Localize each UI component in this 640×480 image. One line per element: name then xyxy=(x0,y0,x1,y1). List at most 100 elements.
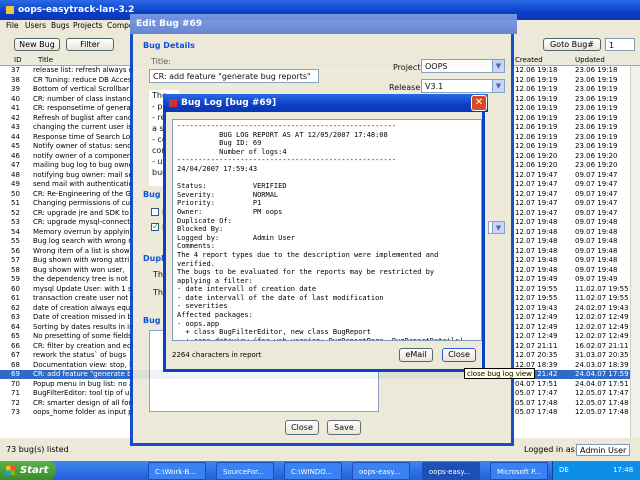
report-line: applying a filter: xyxy=(177,276,253,285)
language-indicator[interactable]: DE xyxy=(559,461,569,480)
report-line: Priority: P1 xyxy=(177,199,262,208)
menu-bugs[interactable]: Bugs xyxy=(51,20,70,32)
close-log-button[interactable]: Close xyxy=(442,348,476,362)
task-powerpoint[interactable]: Microsoft P... xyxy=(490,462,548,480)
goto-bug-button[interactable]: Goto Bug# xyxy=(543,38,601,51)
cell-created: 12.07 19:47 xyxy=(515,189,558,198)
task-oops-1[interactable]: oops-easy... xyxy=(352,462,410,480)
release-select[interactable]: V3.1 ▼ xyxy=(421,79,505,93)
menu-file[interactable]: File xyxy=(6,20,19,32)
menu-projects[interactable]: Projects xyxy=(73,20,103,32)
project-select[interactable]: OOPS ▼ xyxy=(421,59,505,73)
goto-bug-input[interactable]: 1 xyxy=(605,38,635,51)
cell-updated: 23.06 19:19 xyxy=(575,75,618,84)
cell-id: 58 xyxy=(11,265,20,274)
cell-id: 55 xyxy=(11,237,20,245)
cell-updated: 12.02.07 12:49 xyxy=(575,322,629,331)
cell-id: 49 xyxy=(11,180,20,188)
cell-id: 56 xyxy=(11,246,20,255)
close-button[interactable]: Close xyxy=(285,420,319,435)
cell-id: 65 xyxy=(11,332,20,340)
cell-title: mysql Update User: with 1 s xyxy=(33,284,132,293)
cell-updated: 09.07 19:48 xyxy=(575,246,618,255)
cell-created: 04.07 17:51 xyxy=(515,379,558,388)
cell-updated: 09.07 19:47 xyxy=(575,189,618,198)
cell-id: 42 xyxy=(11,113,20,122)
bug-title-field[interactable]: CR: add feature "generate bug reports" xyxy=(149,69,319,83)
cell-id: 48 xyxy=(11,170,20,179)
save-button[interactable]: Save xyxy=(327,420,361,435)
col-id-header[interactable]: ID xyxy=(14,55,21,66)
cell-updated: 23.06 19:18 xyxy=(575,66,618,74)
report-line: Severity: NORMAL xyxy=(177,190,279,199)
cell-created: 12.06 19:19 xyxy=(515,75,558,84)
cell-id: 73 xyxy=(11,408,20,416)
task-explorer[interactable]: C:\Work-B... xyxy=(148,462,206,480)
cell-title: No presetting of some fields xyxy=(33,332,132,340)
report-text[interactable]: ----------------------------------------… xyxy=(172,119,482,341)
bugs-listed: 73 bug(s) listed xyxy=(6,445,69,454)
checkbox-d[interactable] xyxy=(151,208,159,216)
start-button[interactable]: Start xyxy=(0,461,56,480)
cell-id: 59 xyxy=(11,275,20,283)
cell-created: 12.07 19:49 xyxy=(515,275,558,283)
new-bug-button[interactable]: New Bug xyxy=(14,38,60,51)
cell-updated: 24.03.07 18:39 xyxy=(575,360,629,369)
col-created-header[interactable]: Created xyxy=(515,55,543,66)
col-title-header[interactable]: Title xyxy=(38,55,53,66)
menu-users[interactable]: Users xyxy=(25,20,46,32)
report-line: Owner: PM oops xyxy=(177,207,283,216)
cell-title: CR: number of class instance xyxy=(33,94,133,103)
cell-title: Changing permissions of cur xyxy=(33,199,133,207)
cell-title: CR: Re-Engineering of the G xyxy=(33,189,131,198)
cell-updated: 23.06 19:19 xyxy=(575,104,618,112)
app-icon xyxy=(6,5,14,14)
cell-updated: 09.07 19:48 xyxy=(575,227,618,236)
col-updated-header[interactable]: Updated xyxy=(575,55,605,66)
windows-logo-icon xyxy=(6,466,15,475)
cell-id: 72 xyxy=(11,398,20,407)
cell-title: transaction create user not s xyxy=(33,294,133,302)
cell-id: 66 xyxy=(11,341,20,350)
cell-created: 12.07 12:49 xyxy=(515,332,558,340)
owner-select[interactable]: ▼ xyxy=(488,221,505,234)
task-cmd[interactable]: C:\WINDO... xyxy=(284,462,342,480)
filter-button[interactable]: Filter xyxy=(66,38,114,51)
email-button[interactable]: eMail xyxy=(399,348,433,362)
cell-id: 41 xyxy=(11,104,20,112)
cell-title: CR: smarter design of all form xyxy=(33,398,133,407)
cell-id: 61 xyxy=(11,294,20,302)
checkbox-n[interactable]: ✓ xyxy=(151,223,159,231)
report-line: Logged by: Admin User xyxy=(177,233,296,242)
cell-created: 12.06 19:18 xyxy=(515,66,558,74)
chevron-down-icon[interactable]: ▼ xyxy=(492,60,504,72)
cell-created: 12.06 19:19 xyxy=(515,104,558,112)
cell-title: date of creation always equa xyxy=(33,303,133,312)
task-oops-2[interactable]: oops-easy... xyxy=(422,462,480,480)
cell-created: 12.06 19:19 xyxy=(515,123,558,131)
report-line: - date intervall of creation date xyxy=(177,285,317,294)
cell-title: notifying bug owner: mail se xyxy=(33,170,133,179)
cell-created: 12.07 19:47 xyxy=(515,208,558,217)
close-icon[interactable]: ✕ xyxy=(471,95,487,111)
cell-created: 12.07 19:48 xyxy=(515,265,558,274)
task-sourceforge[interactable]: SourceFor... xyxy=(216,462,274,480)
cell-title: the dependency tree is not xyxy=(33,275,128,283)
cell-updated: 12.05.07 17:48 xyxy=(575,408,629,416)
edit-bug-title-bar[interactable]: Edit Bug #69 xyxy=(130,14,517,34)
cell-created: 12.06 19:20 xyxy=(515,161,558,169)
cell-title: Bottom of vertical Scrollbar n xyxy=(33,85,133,93)
report-line xyxy=(177,174,477,183)
cell-id: 46 xyxy=(11,151,20,160)
report-line: Status: VERIFIED xyxy=(177,182,287,191)
chevron-down-icon[interactable]: ▼ xyxy=(492,222,504,233)
chevron-down-icon[interactable]: ▼ xyxy=(492,80,504,92)
table-scrollbar[interactable] xyxy=(630,66,640,438)
cell-updated: 24.02.07 19:43 xyxy=(575,303,629,312)
cell-title: CR: add feature "generate b xyxy=(33,370,132,378)
report-line: ----------------------------------------… xyxy=(177,156,397,165)
cell-updated: 09.07 19:48 xyxy=(575,237,618,245)
bug-log-title-bar[interactable]: Bug Log [bug #69] xyxy=(163,94,488,112)
cell-updated: 09.07 19:47 xyxy=(575,170,618,179)
cell-id: 43 xyxy=(11,123,20,131)
